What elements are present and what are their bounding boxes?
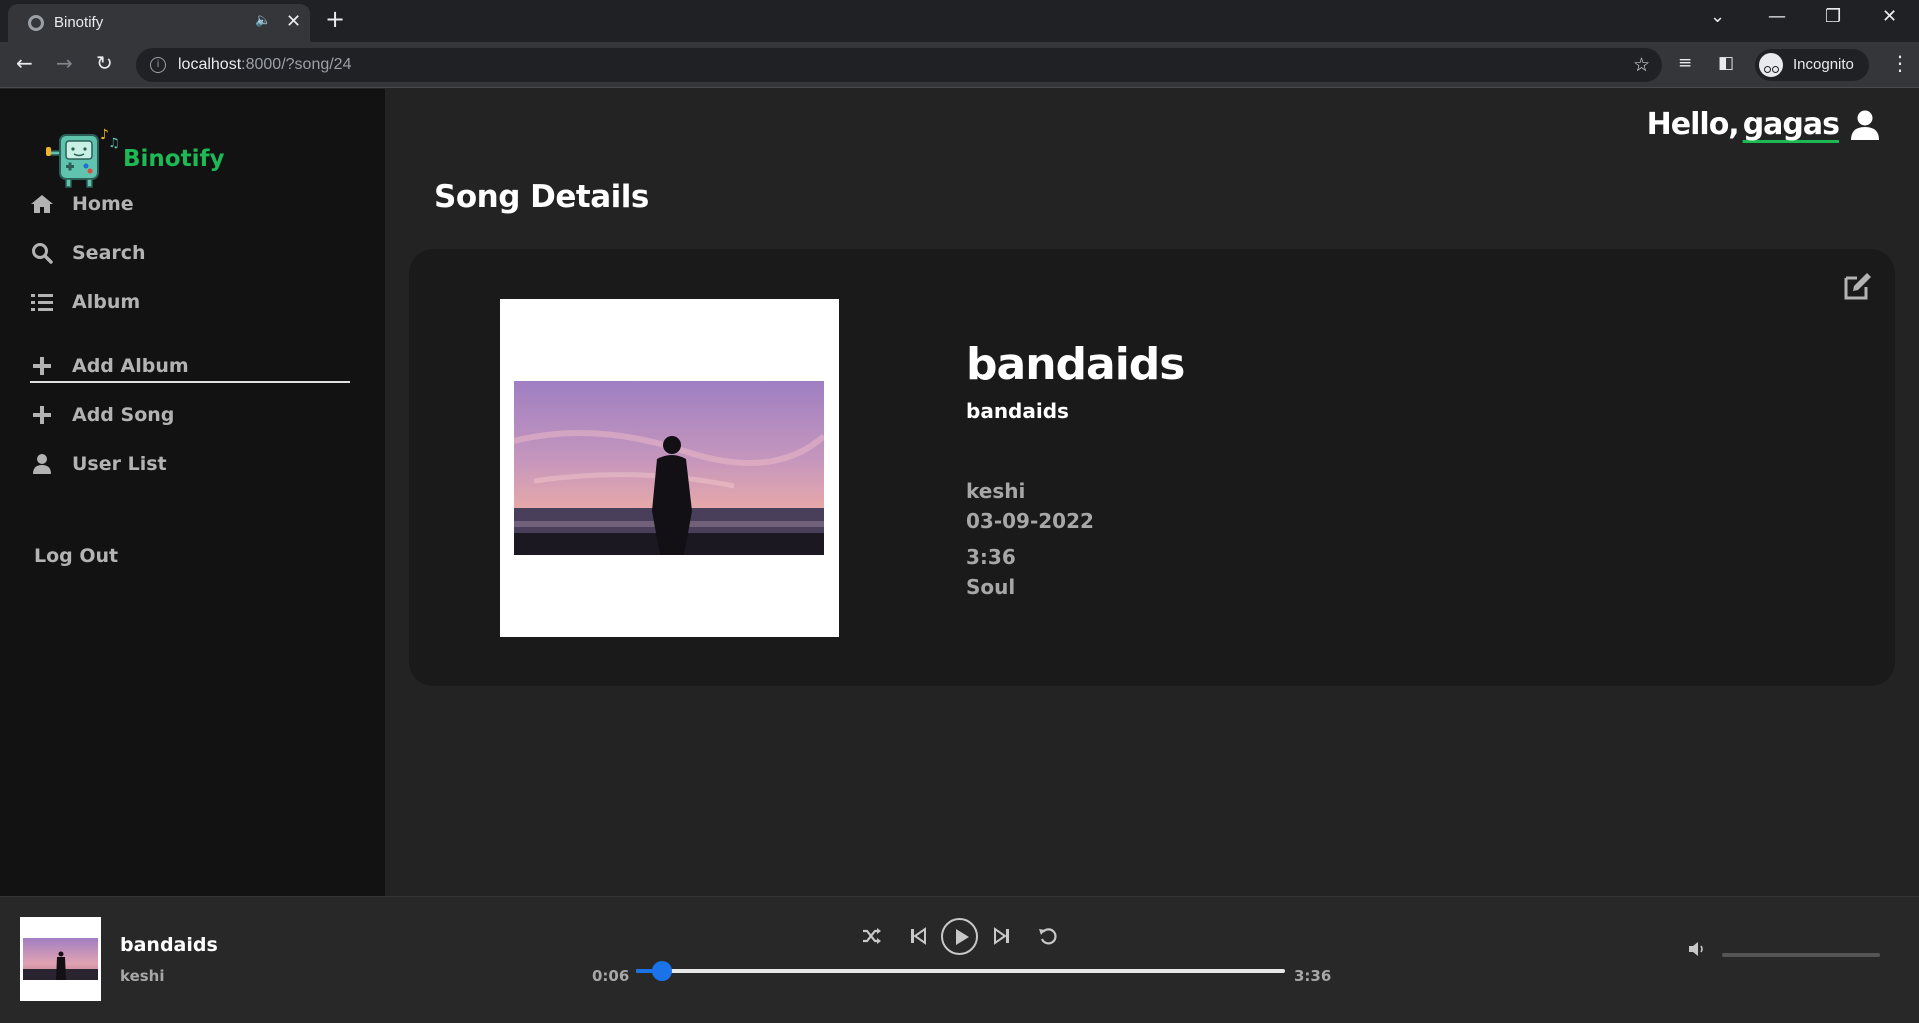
repeat-icon (1039, 928, 1057, 945)
page-title: Song Details (434, 179, 649, 215)
song-duration: 3:36 (966, 545, 1016, 569)
browser-tab[interactable]: Binotify 🔈 ✕ (8, 4, 310, 42)
sidebar-item-label: User List (72, 453, 167, 475)
username-link[interactable]: gagas (1743, 107, 1840, 142)
address-bar[interactable]: i localhost:8000/?song/24 ☆ (136, 48, 1662, 82)
previous-button[interactable] (903, 921, 933, 951)
minimize-button[interactable]: — (1768, 6, 1786, 27)
volume-icon[interactable] (1688, 941, 1706, 957)
artist-name: keshi (966, 479, 1026, 503)
greeting-text: Hello, (1646, 107, 1740, 142)
music-player: bandaids keshi 0:06 3:36 (0, 896, 1919, 1023)
sidebar: ♪ ♫ Binotify Home Search Album Add Album… (0, 89, 385, 896)
home-icon (30, 192, 54, 216)
skip-back-icon (911, 927, 926, 945)
skip-forward-icon (994, 927, 1009, 945)
song-cover (500, 299, 839, 637)
sidebar-item-user-list[interactable]: User List (30, 449, 167, 479)
player-song-title: bandaids (120, 934, 218, 956)
restore-button[interactable]: ❐ (1825, 6, 1841, 27)
current-time: 0:06 (592, 967, 630, 985)
svg-text:♫: ♫ (108, 136, 120, 151)
binotify-logo-icon[interactable]: ♪ ♫ (44, 125, 124, 189)
play-button[interactable] (941, 918, 978, 955)
release-date: 03-09-2022 (966, 509, 1094, 533)
total-time: 3:36 (1294, 967, 1332, 985)
plus-icon (30, 403, 54, 427)
shuffle-icon (863, 928, 881, 944)
tab-title: Binotify (54, 14, 104, 31)
brand-name[interactable]: Binotify (123, 146, 224, 172)
sidebar-divider (30, 381, 350, 383)
bookmark-star-icon[interactable]: ☆ (1633, 54, 1650, 76)
seek-bar[interactable] (636, 961, 1285, 981)
browser-tab-strip: Binotify 🔈 ✕ + ⌄ — ❐ ✕ (0, 0, 1919, 42)
sidebar-item-label: Album (72, 291, 141, 313)
sidebar-item-add-song[interactable]: Add Song (30, 400, 174, 430)
profile-label: Incognito (1793, 56, 1854, 73)
url-path: :8000/?song/24 (241, 56, 352, 73)
url-text[interactable]: localhost:8000/?song/24 (178, 56, 351, 74)
sidebar-item-add-album[interactable]: Add Album (30, 351, 189, 381)
tab-search-icon[interactable]: ⌄ (1710, 6, 1725, 27)
browser-menu-icon[interactable]: ⋮ (1890, 51, 1910, 75)
user-avatar-icon[interactable] (1851, 110, 1879, 140)
back-button[interactable]: ← (16, 51, 33, 75)
album-name[interactable]: bandaids (966, 399, 1069, 423)
repeat-button[interactable] (1033, 921, 1063, 951)
url-host: localhost (178, 56, 242, 73)
close-tab-icon[interactable]: ✕ (286, 11, 301, 32)
new-tab-button[interactable]: + (325, 5, 345, 33)
song-details-card: bandaids bandaids keshi 03-09-2022 3:36 … (409, 249, 1895, 686)
sidebar-item-home[interactable]: Home (30, 189, 134, 219)
incognito-icon (1759, 53, 1783, 77)
close-window-button[interactable]: ✕ (1882, 6, 1897, 27)
sidebar-item-label: Search (72, 242, 146, 264)
greeting: Hello, gagas (1647, 107, 1879, 142)
sidebar-item-label: Home (72, 193, 134, 215)
speaker-icon[interactable]: 🔈 (255, 13, 271, 28)
shuffle-button[interactable] (857, 921, 887, 951)
side-panel-icon[interactable]: ◧ (1718, 53, 1734, 73)
logout-link[interactable]: Log Out (34, 545, 118, 567)
volume-slider[interactable] (1722, 953, 1880, 957)
search-icon (30, 241, 54, 265)
cover-image (514, 381, 824, 555)
player-artist: keshi (120, 967, 165, 985)
song-genre: Soul (966, 575, 1016, 599)
seek-handle[interactable] (651, 961, 672, 981)
media-queue-icon[interactable]: ≡ (1678, 53, 1692, 73)
profile-button[interactable]: Incognito (1755, 49, 1869, 81)
plus-icon (30, 354, 54, 378)
sidebar-item-label: Add Song (72, 404, 175, 426)
player-cover-image (23, 938, 98, 980)
globe-icon (28, 15, 44, 31)
reload-button[interactable]: ↻ (96, 51, 113, 75)
site-info-icon[interactable]: i (150, 57, 166, 73)
main-content: Hello, gagas Song Details bandaids banda… (385, 89, 1919, 896)
forward-button[interactable]: → (56, 51, 73, 75)
user-icon (30, 452, 54, 476)
sidebar-item-album[interactable]: Album (30, 287, 140, 317)
browser-toolbar: ← → ↻ i localhost:8000/?song/24 ☆ ≡ ◧ In… (0, 42, 1919, 88)
list-icon (30, 290, 54, 314)
song-title: bandaids (966, 339, 1185, 390)
next-button[interactable] (987, 921, 1017, 951)
sidebar-item-search[interactable]: Search (30, 238, 146, 268)
edit-icon[interactable] (1843, 271, 1873, 301)
sidebar-item-label: Add Album (72, 355, 189, 377)
player-cover (20, 917, 101, 1001)
